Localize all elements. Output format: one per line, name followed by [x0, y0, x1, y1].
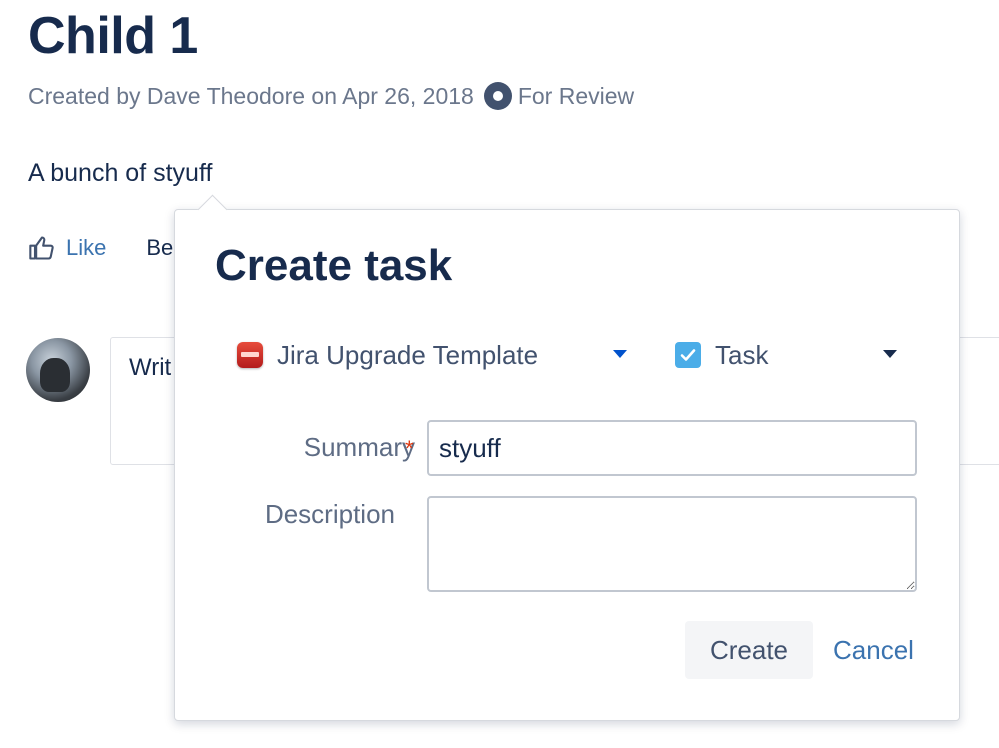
- required-indicator: *: [405, 436, 414, 461]
- cancel-link[interactable]: Cancel: [833, 634, 914, 666]
- chevron-down-icon: [883, 350, 897, 358]
- byline-text: Created by Dave Theodore on Apr 26, 2018: [28, 83, 474, 109]
- page-title: Child 1: [28, 7, 198, 65]
- project-avatar-icon: [237, 342, 263, 368]
- page-byline: Created by Dave Theodore on Apr 26, 2018…: [28, 80, 634, 112]
- task-checkbox-icon: [675, 342, 701, 368]
- issue-type-label: Task: [715, 339, 769, 370]
- project-select-label: Jira Upgrade Template: [277, 339, 539, 370]
- page-body-text: A bunch of styuff: [28, 159, 213, 187]
- description-label: Description: [264, 499, 395, 529]
- dialog-title: Create task: [215, 241, 453, 290]
- status-icon: [483, 82, 512, 110]
- status-label[interactable]: For Review: [518, 80, 634, 112]
- user-avatar: [26, 338, 90, 402]
- description-textarea[interactable]: [427, 496, 917, 592]
- chevron-down-icon: [613, 350, 627, 358]
- create-task-dialog: Create task Jira Upgrade Template Task S…: [174, 194, 960, 721]
- project-select[interactable]: Jira Upgrade Template: [237, 334, 637, 376]
- issue-type-select[interactable]: Task: [675, 334, 905, 376]
- summary-input[interactable]: [427, 420, 917, 476]
- dialog-pointer-arrow: [197, 194, 228, 225]
- summary-label: Summary: [303, 432, 415, 462]
- like-button[interactable]: Like: [28, 230, 106, 266]
- like-row: Like Be: [28, 230, 173, 266]
- create-button[interactable]: Create: [685, 621, 813, 679]
- confluence-page: Child 1 Created by Dave Theodore on Apr …: [0, 0, 999, 748]
- thumbs-up-icon: [29, 236, 54, 260]
- comment-placeholder: Writ: [129, 354, 172, 381]
- be-first-text: Be: [146, 235, 174, 260]
- like-label: Like: [66, 235, 107, 260]
